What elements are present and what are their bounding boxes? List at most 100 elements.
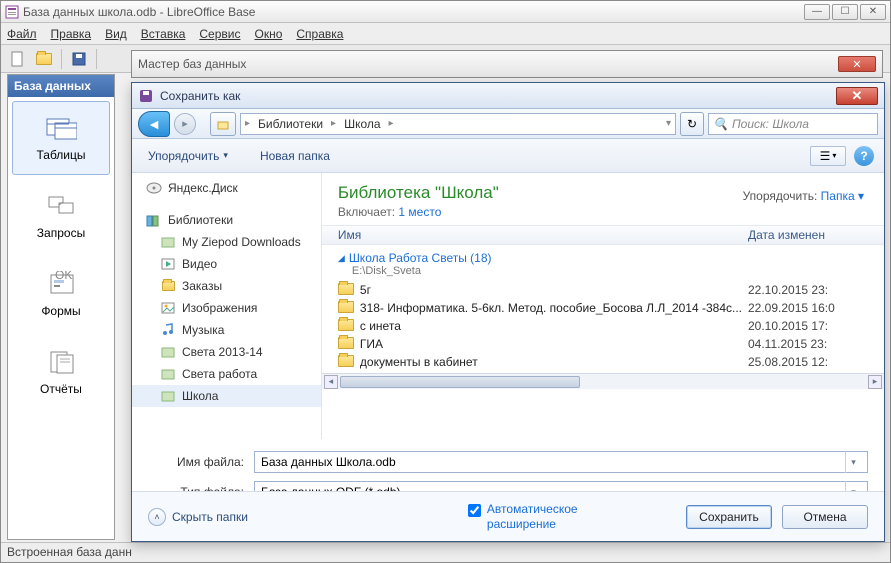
folder-icon bbox=[338, 301, 354, 315]
column-headers[interactable]: Имя Дата изменен bbox=[322, 225, 884, 245]
queries-icon bbox=[45, 192, 77, 220]
file-row[interactable]: с инета20.10.2015 17: bbox=[322, 317, 884, 335]
file-row[interactable]: документы в кабинет25.08.2015 12: bbox=[322, 353, 884, 371]
scroll-thumb[interactable] bbox=[340, 376, 580, 388]
auto-extension-checkbox[interactable]: Автоматическое расширение bbox=[468, 502, 607, 531]
sort-link[interactable]: Папка ▾ bbox=[821, 189, 864, 203]
side-forms-label: Формы bbox=[41, 304, 80, 318]
wizard-title: Мастер баз данных bbox=[138, 57, 838, 71]
view-mode-button[interactable]: ☰▾ bbox=[810, 146, 846, 166]
maximize-button[interactable]: ☐ bbox=[832, 4, 858, 20]
menu-insert[interactable]: Вставка bbox=[141, 27, 186, 41]
scroll-left-icon[interactable]: ◂ bbox=[324, 375, 338, 389]
window-controls: — ☐ ✕ bbox=[804, 4, 886, 20]
tree-libraries[interactable]: Библиотеки bbox=[132, 209, 321, 231]
dialog-icon bbox=[138, 88, 154, 104]
nav-forward-button[interactable]: ▸ bbox=[174, 113, 196, 135]
col-date[interactable]: Дата изменен bbox=[748, 228, 868, 242]
side-reports[interactable]: Отчёты bbox=[12, 335, 110, 409]
file-row[interactable]: 5г22.10.2015 23: bbox=[322, 281, 884, 299]
side-reports-label: Отчёты bbox=[40, 382, 82, 396]
search-placeholder: Поиск: Школа bbox=[732, 117, 809, 131]
tree-item[interactable]: Света работа bbox=[132, 363, 321, 385]
tree-item[interactable]: Изображения bbox=[132, 297, 321, 319]
folder-icon bbox=[338, 355, 354, 369]
menu-help[interactable]: Справка bbox=[296, 27, 343, 41]
scroll-right-icon[interactable]: ▸ bbox=[868, 375, 882, 389]
auto-ext-check[interactable] bbox=[468, 504, 481, 517]
folder-icon bbox=[338, 319, 354, 333]
music-icon bbox=[160, 322, 176, 338]
file-group: ◢ Школа Работа Светы (18) E:\Disk_Sveta bbox=[322, 245, 884, 279]
dialog-close-button[interactable]: ✕ bbox=[836, 87, 878, 105]
menu-edit[interactable]: Правка bbox=[51, 27, 92, 41]
folder-icon bbox=[160, 366, 176, 382]
file-row[interactable]: ГИА04.11.2015 23: bbox=[322, 335, 884, 353]
dialog-toolbar: Упорядочить ▾ Новая папка ☰▾ ? bbox=[132, 139, 884, 173]
wizard-close-button[interactable]: ✕ bbox=[838, 56, 876, 72]
tree-item-selected[interactable]: Школа bbox=[132, 385, 321, 407]
dialog-body: Яндекс.Диск Библиотеки My Ziepod Downloa… bbox=[132, 173, 884, 439]
side-panel: База данных Таблицы Запросы OK Формы Отч… bbox=[7, 74, 115, 540]
tree-item[interactable]: My Ziepod Downloads bbox=[132, 231, 321, 253]
libraries-icon bbox=[146, 212, 162, 228]
tree-yandex-disk[interactable]: Яндекс.Диск bbox=[132, 177, 321, 199]
dialog-title: Сохранить как bbox=[160, 89, 836, 103]
hide-folders-toggle[interactable]: ˄ Скрыть папки bbox=[148, 508, 248, 526]
includes-link[interactable]: 1 место bbox=[398, 205, 441, 219]
disk-icon bbox=[146, 180, 162, 196]
side-header: База данных bbox=[8, 75, 114, 97]
search-input[interactable]: 🔍 Поиск: Школа bbox=[708, 113, 878, 135]
side-queries[interactable]: Запросы bbox=[12, 179, 110, 253]
horizontal-scrollbar[interactable]: ◂ ▸ bbox=[322, 373, 884, 389]
main-title: База данных школа.odb - LibreOffice Base bbox=[23, 5, 804, 19]
group-header[interactable]: ◢ Школа Работа Светы (18) bbox=[338, 251, 868, 265]
tree-item[interactable]: Видео bbox=[132, 253, 321, 275]
organize-button[interactable]: Упорядочить ▾ bbox=[142, 145, 234, 167]
cancel-button[interactable]: Отмена bbox=[782, 505, 868, 529]
menu-tools[interactable]: Сервис bbox=[199, 27, 240, 41]
library-sort: Упорядочить: Папка ▾ bbox=[743, 189, 864, 203]
reports-icon bbox=[45, 348, 77, 376]
close-button[interactable]: ✕ bbox=[860, 4, 886, 20]
nav-up-button[interactable] bbox=[210, 112, 236, 136]
filename-input[interactable]: База данных Школа.odb▾ bbox=[254, 451, 868, 473]
chevron-icon: ▸ bbox=[389, 118, 394, 129]
file-row[interactable]: 318- Информатика. 5-6кл. Метод. пособие_… bbox=[322, 299, 884, 317]
folder-icon bbox=[338, 283, 354, 297]
refresh-button[interactable]: ↻ bbox=[680, 112, 704, 136]
breadcrumb-libraries[interactable]: Библиотеки bbox=[252, 115, 329, 133]
tb-save-icon[interactable] bbox=[68, 48, 90, 70]
menu-window[interactable]: Окно bbox=[254, 27, 282, 41]
breadcrumb[interactable]: ▸ Библиотеки ▸ Школа ▸ ▾ bbox=[240, 113, 676, 135]
tables-icon bbox=[45, 114, 77, 142]
folder-icon bbox=[160, 388, 176, 404]
tree-item[interactable]: Музыка bbox=[132, 319, 321, 341]
save-button[interactable]: Сохранить bbox=[686, 505, 772, 529]
folder-tree: Яндекс.Диск Библиотеки My Ziepod Downloa… bbox=[132, 173, 322, 439]
col-name[interactable]: Имя bbox=[338, 228, 748, 242]
tb-open-icon[interactable] bbox=[33, 48, 55, 70]
help-button[interactable]: ? bbox=[854, 146, 874, 166]
pictures-icon bbox=[160, 300, 176, 316]
minimize-button[interactable]: — bbox=[804, 4, 830, 20]
dropdown-icon[interactable]: ▾ bbox=[666, 118, 671, 129]
status-text: Встроенная база данн bbox=[7, 545, 132, 559]
tb-new-icon[interactable] bbox=[7, 48, 29, 70]
menu-file[interactable]: Файл bbox=[7, 27, 37, 41]
tree-item[interactable]: Заказы bbox=[132, 275, 321, 297]
new-folder-button[interactable]: Новая папка bbox=[254, 145, 336, 167]
nav-back-button[interactable]: ◄ bbox=[138, 111, 170, 137]
navbar: ◄ ▸ ▸ Библиотеки ▸ Школа ▸ ▾ ↻ 🔍 Поиск: … bbox=[132, 109, 884, 139]
side-tables[interactable]: Таблицы bbox=[12, 101, 110, 175]
dropdown-icon[interactable]: ▾ bbox=[845, 451, 861, 473]
breadcrumb-school[interactable]: Школа bbox=[338, 115, 386, 133]
library-header: Библиотека "Школа" Включает: 1 место Упо… bbox=[322, 173, 884, 225]
forms-icon: OK bbox=[45, 270, 77, 298]
side-forms[interactable]: OK Формы bbox=[12, 257, 110, 331]
tree-item[interactable]: Света 2013-14 bbox=[132, 341, 321, 363]
video-icon bbox=[160, 256, 176, 272]
file-list: 5г22.10.2015 23: 318- Информатика. 5-6кл… bbox=[322, 279, 884, 373]
folder-icon bbox=[160, 278, 176, 294]
menu-view[interactable]: Вид bbox=[105, 27, 127, 41]
